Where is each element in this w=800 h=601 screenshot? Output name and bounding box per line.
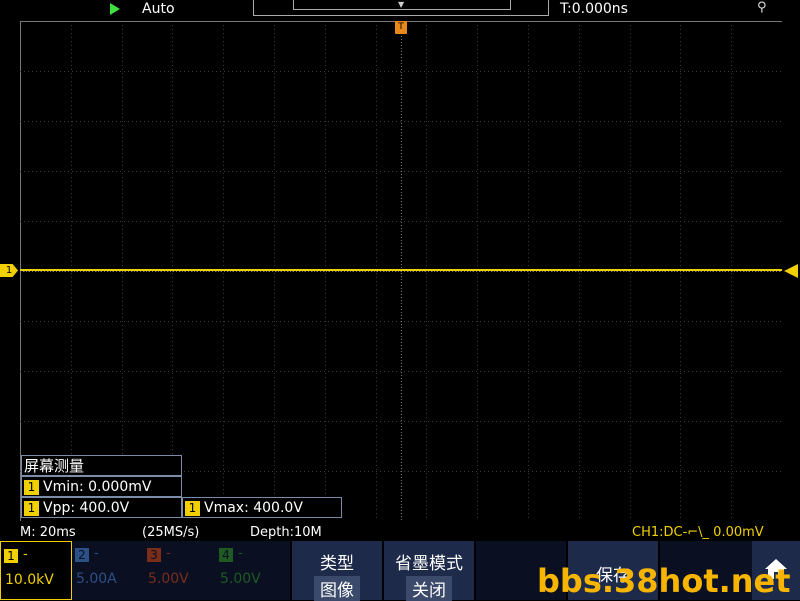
run-icon[interactable] <box>110 3 120 15</box>
channel-coupling-info: CH1:DC-⌐\_ 0.00mV <box>632 525 764 540</box>
menu-type-button[interactable]: 类型 图像 <box>290 541 382 601</box>
trigger-position-marker[interactable]: T <box>395 21 407 34</box>
channel-chip: 1 <box>24 500 39 516</box>
channel4-dash: - <box>238 546 243 561</box>
channel2-scale[interactable]: 2 - 5.00A <box>72 541 144 600</box>
measurement-vpp: 1 Vpp: 400.0V <box>21 497 182 518</box>
timebase: M: 20ms <box>20 525 76 540</box>
memory-position-bar: ▼ <box>253 0 549 17</box>
sample-rate: (25MS/s) <box>142 525 200 540</box>
channel1-scale-value: 10.0kV <box>5 572 54 588</box>
channel1-offset-marker[interactable]: 1 <box>0 264 18 277</box>
graticule <box>20 21 782 521</box>
channel4-scale-value: 5.00V <box>220 571 261 587</box>
vmax-value: Vmax: 400.0V <box>204 500 303 516</box>
measurement-vmax: 1 Vmax: 400.0V <box>182 497 342 518</box>
memory-marker-icon: ▼ <box>398 0 405 9</box>
channel4-scale[interactable]: 4 - 5.00V <box>216 541 288 600</box>
usb-icon: ⚲ <box>757 0 767 15</box>
channel-chip: 1 <box>185 500 200 516</box>
measurement-title: 屏幕测量 <box>21 455 182 476</box>
channel3-dash: - <box>166 546 171 561</box>
acquisition-status-line: M: 20ms (25MS/s) Depth:10M CH1:DC-⌐\_ 0.… <box>0 523 800 541</box>
menu-type-value: 图像 <box>314 576 360 601</box>
waveform-display[interactable] <box>20 21 782 521</box>
channel3-scale[interactable]: 3 - 5.00V <box>144 541 216 600</box>
channel1-dash: - <box>23 547 28 562</box>
top-status-bar: Auto ▼ T:0.000ns ⚲ <box>0 0 800 20</box>
channel2-scale-value: 5.00A <box>76 571 117 587</box>
vmin-value: Vmin: 0.000mV <box>43 479 152 495</box>
memory-depth: Depth:10M <box>250 525 322 540</box>
channel2-number: 2 <box>75 548 89 562</box>
menu-type-label: 类型 <box>320 554 354 574</box>
trigger-level-marker[interactable] <box>784 264 798 278</box>
menu-ink-value: 关闭 <box>406 576 452 601</box>
channel3-number: 3 <box>147 548 161 562</box>
channel4-number: 4 <box>219 548 233 562</box>
trigger-time: T:0.000ns <box>560 1 628 17</box>
channel-chip: 1 <box>24 479 39 495</box>
channel1-number: 1 <box>4 549 18 563</box>
watermark: bbs.38hot.net <box>537 562 791 600</box>
vpp-value: Vpp: 400.0V <box>43 500 130 516</box>
menu-ink-save-button[interactable]: 省墨模式 关闭 <box>382 541 474 601</box>
trigger-mode[interactable]: Auto <box>142 1 175 17</box>
channel3-scale-value: 5.00V <box>148 571 189 587</box>
menu-ink-label: 省墨模式 <box>395 554 463 574</box>
channel1-scale[interactable]: 1 - 10.0kV <box>0 541 72 600</box>
measurement-vmin: 1 Vmin: 0.000mV <box>21 476 182 497</box>
channel2-dash: - <box>94 546 99 561</box>
